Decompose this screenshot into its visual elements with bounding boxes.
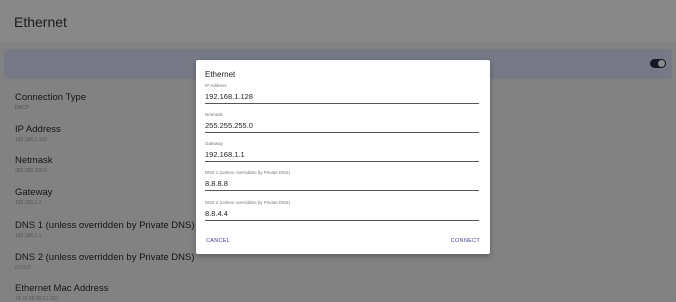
- field-label: DNS 1 (unless overridden by Private DNS): [205, 170, 291, 175]
- ip-address-field[interactable]: IP Address 192.168.1.128: [205, 83, 479, 104]
- ethernet-dialog: Ethernet IP Address 192.168.1.128 Netmas…: [196, 60, 490, 254]
- dns-2-input[interactable]: 8.8.4.4: [205, 209, 479, 221]
- ip-address-input[interactable]: 192.168.1.128: [205, 92, 479, 104]
- field-label: DNS 2 (unless overridden by Private DNS): [205, 200, 291, 205]
- gateway-field[interactable]: Gateway 192.168.1.1: [205, 141, 479, 162]
- netmask-input[interactable]: 255.255.255.0: [205, 121, 479, 133]
- gateway-input[interactable]: 192.168.1.1: [205, 150, 479, 162]
- dialog-title: Ethernet: [205, 70, 236, 79]
- field-label: Gateway: [205, 141, 223, 146]
- cancel-button[interactable]: CANCEL: [206, 238, 230, 244]
- field-label: Netmask: [205, 112, 223, 117]
- connect-button[interactable]: CONNECT: [451, 238, 480, 244]
- dns-1-input[interactable]: 8.8.8.8: [205, 179, 479, 191]
- dns-1-field[interactable]: DNS 1 (unless overridden by Private DNS)…: [205, 170, 479, 191]
- netmask-field[interactable]: Netmask 255.255.255.0: [205, 112, 479, 133]
- field-label: IP Address: [205, 83, 227, 88]
- dns-2-field[interactable]: DNS 2 (unless overridden by Private DNS)…: [205, 200, 479, 221]
